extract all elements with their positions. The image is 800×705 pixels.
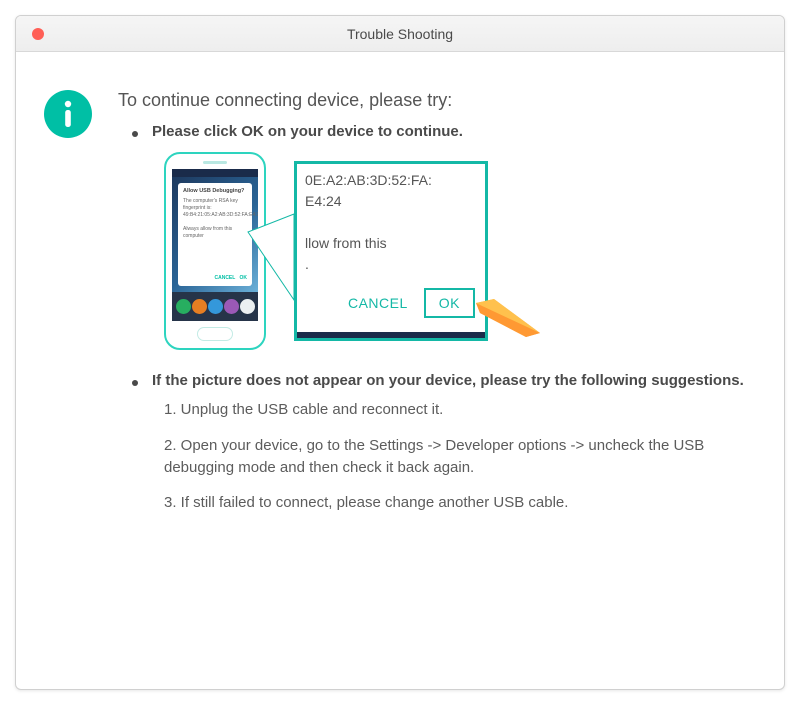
info-icon (44, 90, 92, 138)
bullet-item-2: If the picture does not appear on your d… (118, 372, 756, 389)
phone-speaker (203, 161, 227, 164)
sub-item-2: 2. Open your device, go to the Settings … (164, 435, 756, 479)
main-content: To continue connecting device, please tr… (118, 90, 756, 528)
dialog-actions: CANCEL OK (183, 275, 247, 281)
zoom-line3: llow from this (305, 235, 387, 251)
dock-app-messages (208, 299, 223, 314)
zoom-line1: 0E:A2:AB:3D:52:FA: (305, 172, 432, 188)
page-heading: To continue connecting device, please tr… (118, 90, 756, 111)
bullet-text-2: If the picture does not appear on your d… (152, 372, 744, 389)
ok-button[interactable]: OK (424, 288, 475, 318)
phone-statusbar (172, 169, 258, 177)
dock-app-contacts (192, 299, 207, 314)
phone-dialog: Allow USB Debugging? The computer's RSA … (178, 183, 252, 286)
zoom-actions: CANCEL OK (297, 278, 485, 332)
bullet-dot (132, 380, 138, 386)
sub-list: 1. Unplug the USB cable and reconnect it… (164, 399, 756, 514)
zoom-line2: E4:24 (305, 193, 342, 209)
window-title: Trouble Shooting (16, 26, 784, 42)
zoom-bottom-bar (297, 332, 485, 338)
sub-item-1: 1. Unplug the USB cable and reconnect it… (164, 399, 756, 421)
dialog-body: The computer's RSA key fingerprint is: 4… (183, 198, 247, 275)
second-section: If the picture does not appear on your d… (118, 372, 756, 514)
content-area: To continue connecting device, please tr… (16, 52, 784, 556)
troubleshoot-window: Trouble Shooting To continue connecting … (15, 15, 785, 690)
zoom-body: 0E:A2:AB:3D:52:FA: E4:24 llow from this … (297, 164, 485, 278)
bullet-dot (132, 131, 138, 137)
zoom-panel: 0E:A2:AB:3D:52:FA: E4:24 llow from this … (294, 161, 488, 341)
cancel-button[interactable]: CANCEL (348, 295, 408, 311)
arrow-icon (472, 299, 542, 339)
illustration: Allow USB Debugging? The computer's RSA … (164, 152, 756, 350)
titlebar: Trouble Shooting (16, 16, 784, 52)
phone-home-button (197, 327, 233, 341)
dock-app-browser (224, 299, 239, 314)
dialog-title: Allow USB Debugging? (183, 188, 247, 194)
bullet-item-1: Please click OK on your device to contin… (118, 123, 756, 140)
sub-item-3: 3. If still failed to connect, please ch… (164, 492, 756, 514)
bullet-text-1: Please click OK on your device to contin… (152, 123, 463, 140)
dock-app-phone (176, 299, 191, 314)
